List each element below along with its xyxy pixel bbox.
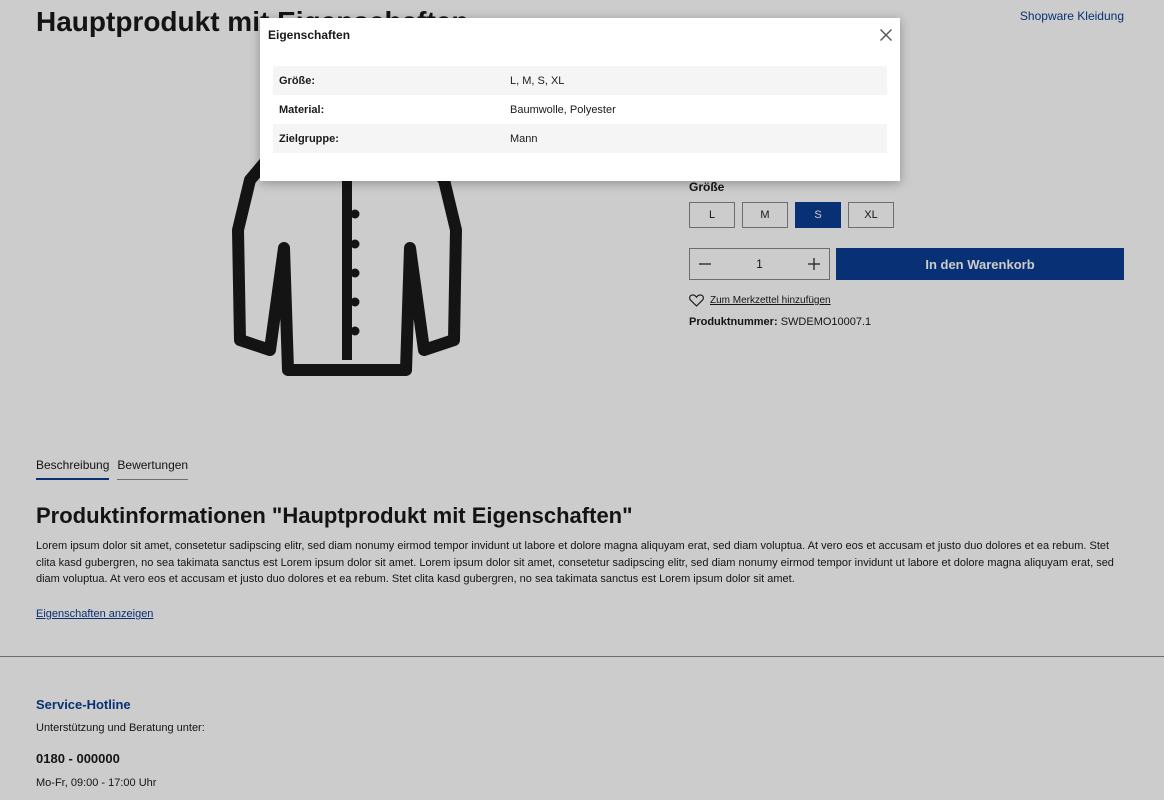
modal-title: Eigenschaften xyxy=(268,28,351,42)
table-row: Zielgruppe: Mann xyxy=(273,124,887,153)
close-icon[interactable] xyxy=(879,28,893,42)
table-row: Größe: L, M, S, XL xyxy=(273,66,887,95)
property-value: L, M, S, XL xyxy=(504,66,887,95)
property-name: Material: xyxy=(279,103,325,116)
properties-table: Größe: L, M, S, XL Material: Baumwolle, … xyxy=(273,66,887,153)
properties-modal: Eigenschaften Größe: L, M, S, XL Materia… xyxy=(260,18,900,181)
property-value: Baumwolle, Polyester xyxy=(510,103,616,116)
property-name: Größe: xyxy=(273,66,504,95)
table-row: Material: Baumwolle, Polyester xyxy=(273,95,887,124)
property-name: Zielgruppe: xyxy=(273,124,504,153)
property-value: Mann xyxy=(504,124,887,153)
